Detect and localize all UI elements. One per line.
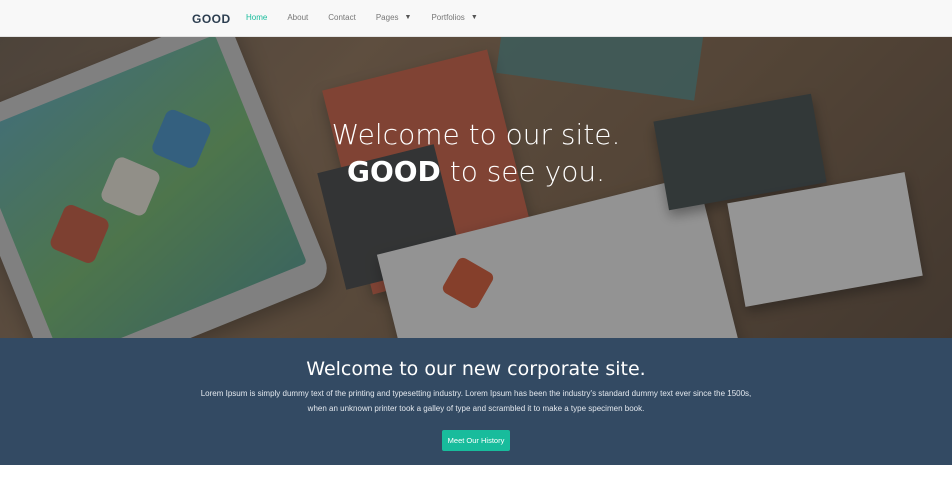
hero-heading-rest: to see you. bbox=[440, 155, 606, 188]
nav-item-portfolios[interactable]: Portfolios ▼ bbox=[431, 13, 477, 22]
hero-heading: Welcome to our site. GOOD to see you. bbox=[0, 117, 952, 191]
navbar: GOOD Home About Contact Pages ▼ Portfoli… bbox=[0, 0, 952, 37]
nav-item-label: Home bbox=[246, 13, 268, 22]
hero-heading-strong: GOOD bbox=[346, 155, 441, 188]
nav-item-label: About bbox=[287, 13, 309, 22]
hero-heading-line1: Welcome to our site. bbox=[331, 118, 621, 151]
nav-menu: Home About Contact Pages ▼ Portfolios ▼ bbox=[246, 13, 498, 22]
welcome-text: Lorem Ipsum is simply dummy text of the … bbox=[200, 389, 752, 413]
nav-item-label: Portfolios bbox=[431, 13, 465, 22]
nav-item-label: Contact bbox=[328, 13, 356, 22]
meet-our-history-button[interactable]: Meet Our History bbox=[441, 430, 511, 451]
nav-item-pages[interactable]: Pages ▼ bbox=[376, 13, 412, 22]
hero-banner: Welcome to our site. GOOD to see you. bbox=[0, 37, 952, 338]
nav-item-label: Pages bbox=[375, 13, 399, 22]
nav-item-about[interactable]: About bbox=[287, 13, 308, 22]
brand-logo[interactable]: GOOD bbox=[192, 12, 231, 26]
hero-heading-line2: GOOD to see you. bbox=[0, 153, 952, 191]
caret-down-icon: ▼ bbox=[404, 14, 412, 21]
nav-item-contact[interactable]: Contact bbox=[328, 13, 356, 22]
welcome-title: Welcome to our new corporate site. bbox=[306, 358, 646, 380]
nav-item-home[interactable]: Home bbox=[246, 13, 267, 22]
welcome-section: Welcome to our new corporate site. Lorem… bbox=[0, 338, 952, 465]
caret-down-icon: ▼ bbox=[470, 14, 478, 21]
